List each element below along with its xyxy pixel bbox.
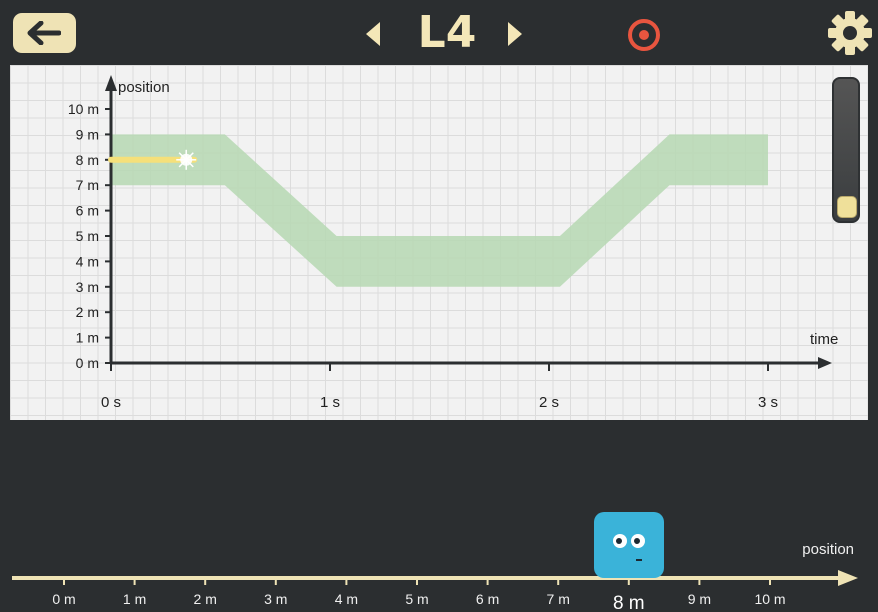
target-icon[interactable] — [627, 18, 661, 52]
right-eye — [630, 534, 645, 548]
triangle-left-icon[interactable] — [364, 22, 382, 46]
y-tick-label: 0 m — [76, 355, 99, 371]
arrow-left-icon — [27, 21, 61, 45]
number-line-tick-label: 9 m — [688, 591, 711, 607]
number-line-tick-label: 10 m — [754, 591, 785, 607]
number-line-arrow — [838, 570, 858, 586]
speed-slider[interactable] — [832, 77, 860, 223]
y-tick-label: 2 m — [76, 304, 99, 320]
x-tick-label: 0 s — [101, 394, 121, 411]
y-tick-label: 8 m — [76, 152, 99, 168]
position-number-line: 0 m 1 m 2 m 3 m 4 m 5 m 6 m 7 m 9 m 10 m 8 m — [12, 570, 858, 612]
position-time-graph[interactable]: position time 0 m 1 m 2 m 3 m 4 m 5 m 6 m 7 m 8 m 9… — [10, 65, 868, 420]
y-axis-arrow — [105, 75, 117, 91]
x-tick-label: 2 s — [539, 394, 559, 411]
number-line-tick-label: 5 m — [405, 591, 428, 607]
x-axis-arrow — [818, 357, 832, 369]
y-tick-label: 10 m — [68, 101, 99, 117]
y-tick-label: 7 m — [76, 177, 99, 193]
top-bar: L4 — [0, 0, 878, 65]
mouth — [635, 559, 642, 561]
gear-icon[interactable] — [827, 10, 873, 56]
left-eye — [612, 534, 627, 548]
y-tick-label: 9 m — [76, 126, 99, 142]
x-tick-label: 3 s — [758, 394, 778, 411]
character-block[interactable] — [593, 512, 664, 578]
level-label: L4 — [417, 7, 477, 58]
current-position-label: 8 m — [613, 593, 645, 612]
triangle-right-icon[interactable] — [506, 22, 524, 46]
back-button[interactable] — [13, 13, 76, 53]
y-tick-label: 6 m — [76, 203, 99, 219]
number-line-tick-label: 7 m — [547, 591, 570, 607]
number-line-tick-label: 4 m — [335, 591, 358, 607]
y-tick-label: 4 m — [76, 253, 99, 269]
y-axis-title: position — [118, 79, 170, 96]
number-line-axis-label: position — [802, 541, 854, 558]
level-selector: L4 — [360, 8, 530, 58]
slider-handle[interactable] — [837, 196, 857, 218]
number-line-tick-label: 0 m — [52, 591, 75, 607]
number-line-tick-label: 6 m — [476, 591, 499, 607]
x-axis-title: time — [810, 331, 838, 348]
y-tick-label: 1 m — [76, 330, 99, 346]
number-line-tick-label: 2 m — [194, 591, 217, 607]
x-tick-label: 1 s — [320, 394, 340, 411]
graph-panel: position time 0 m 1 m 2 m 3 m 4 m 5 m 6 m 7 m 8 m 9… — [10, 65, 868, 420]
number-line-tick-label: 3 m — [264, 591, 287, 607]
y-tick-label: 3 m — [76, 279, 99, 295]
number-line-tick-label: 1 m — [123, 591, 146, 607]
y-tick-label: 5 m — [76, 228, 99, 244]
target-zone — [111, 134, 768, 287]
